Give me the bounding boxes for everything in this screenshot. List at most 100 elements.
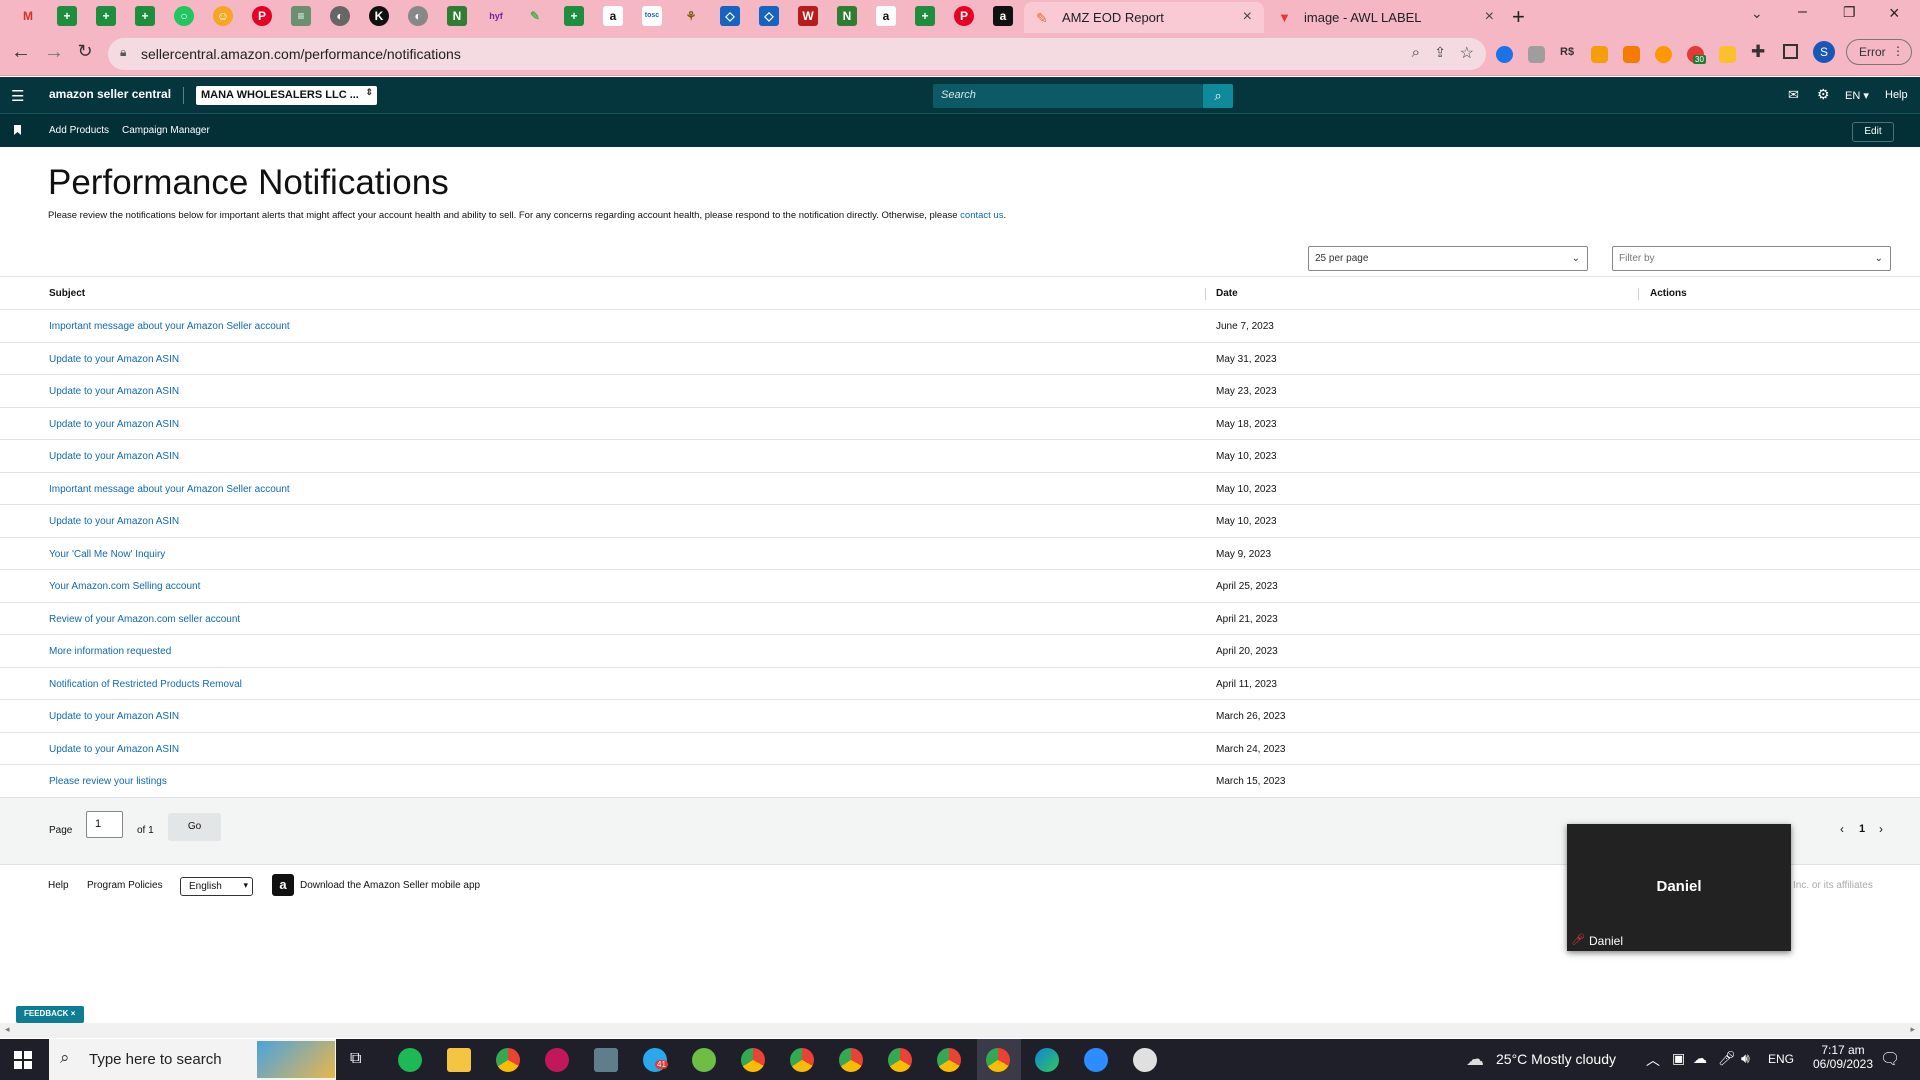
amazon-tab-icon[interactable]: a — [876, 6, 896, 26]
help-link[interactable]: Help — [1885, 89, 1908, 101]
amazon-tab-icon[interactable]: a — [993, 6, 1013, 26]
microphone-icon[interactable]: 🎤︎ — [1718, 1050, 1736, 1067]
puzzle-icon[interactable]: ✚ — [1751, 42, 1765, 62]
onedrive-icon[interactable]: ☁ — [1693, 1050, 1707, 1067]
pinterest-tab-icon[interactable]: P — [252, 6, 272, 26]
notification-subject-link[interactable]: Your 'Call Me Now' Inquiry — [49, 549, 165, 560]
gear-icon[interactable]: ⚙ — [1817, 86, 1830, 103]
scroll-right-icon[interactable]: ▸ — [1910, 1024, 1915, 1035]
url-bar[interactable]: 🔒︎ sellercentral.amazon.com/performance/… — [108, 38, 1486, 70]
search-button[interactable]: ⌕ — [1203, 84, 1233, 108]
app-tab-icon[interactable]: tosc — [642, 6, 662, 26]
sheets-tab-icon[interactable]: + — [135, 6, 155, 26]
volume-icon[interactable]: 🔊︎ — [1741, 1050, 1750, 1067]
tray-icon[interactable]: ▣ — [1672, 1050, 1685, 1067]
go-button[interactable]: Go — [168, 813, 221, 841]
extension-icon[interactable] — [1623, 46, 1640, 63]
notification-subject-link[interactable]: Important message about your Amazon Sell… — [49, 321, 290, 332]
footer-policies-link[interactable]: Program Policies — [87, 880, 163, 891]
notification-subject-link[interactable]: Important message about your Amazon Sell… — [49, 484, 290, 495]
notification-subject-link[interactable]: Update to your Amazon ASIN — [49, 386, 179, 397]
restore-button[interactable]: ❐ — [1843, 4, 1856, 21]
error-button[interactable]: Error ⋮ — [1846, 39, 1912, 65]
close-icon[interactable]: × — [71, 1009, 76, 1018]
spotify-icon[interactable] — [398, 1048, 422, 1072]
globe-tab-icon[interactable]: ◐ — [330, 6, 350, 26]
back-button[interactable]: ← — [9, 41, 33, 64]
prev-page-icon[interactable]: ‹ — [1840, 822, 1844, 836]
mail-icon[interactable]: ✉ — [1788, 87, 1799, 103]
notification-subject-link[interactable]: Please review your listings — [49, 776, 167, 787]
app-tab-icon[interactable]: N — [447, 6, 467, 26]
window-close-button[interactable]: × — [1889, 3, 1900, 24]
sheets-tab-icon[interactable]: + — [96, 6, 116, 26]
extension-icon[interactable] — [1719, 46, 1736, 63]
footer-help-link[interactable]: Help — [48, 880, 69, 891]
calculator-icon[interactable] — [594, 1048, 618, 1072]
page-number-input[interactable]: 1 — [86, 811, 123, 838]
zoom-icon[interactable] — [1084, 1048, 1108, 1072]
edge-icon[interactable] — [1035, 1048, 1059, 1072]
notification-subject-link[interactable]: Update to your Amazon ASIN — [49, 419, 179, 430]
clock[interactable]: 7:17 am 06/09/2023 — [1808, 1043, 1878, 1071]
minimize-button[interactable]: – — [1798, 3, 1807, 21]
notification-subject-link[interactable]: Update to your Amazon ASIN — [49, 354, 179, 365]
bookmark-icon[interactable] — [14, 125, 21, 135]
app-tab-icon[interactable]: K — [369, 6, 389, 26]
profile-avatar[interactable]: S — [1813, 41, 1835, 63]
merchant-selector[interactable]: MANA WHOLESALERS LLC ... ⇕ — [196, 86, 377, 105]
extension-icon[interactable] — [1655, 46, 1672, 63]
taskbar-search-input[interactable]: ⌕ Type here to search — [49, 1039, 336, 1080]
chrome-profile-icon[interactable] — [741, 1048, 765, 1072]
contact-us-link[interactable]: contact us — [960, 210, 1003, 221]
chrome-active-icon[interactable] — [986, 1048, 1010, 1072]
notification-subject-link[interactable]: More information requested — [49, 646, 171, 657]
current-page-link[interactable]: 1 — [1859, 823, 1865, 835]
input-language[interactable]: ENG — [1768, 1052, 1794, 1066]
app-tab-icon[interactable]: ✎ — [525, 6, 545, 26]
tab-awl-label[interactable]: ▼ image - AWL LABEL × — [1266, 2, 1506, 33]
app-tab-icon[interactable]: ◇ — [759, 6, 779, 26]
extension-icon[interactable] — [1591, 46, 1608, 63]
chrome-profile-icon[interactable] — [790, 1048, 814, 1072]
amazon-app-icon[interactable]: a — [272, 874, 294, 896]
next-page-icon[interactable]: › — [1879, 822, 1883, 836]
file-explorer-icon[interactable] — [447, 1048, 471, 1072]
extension-icon[interactable]: 30 — [1687, 46, 1706, 64]
tab-amz-eod-report[interactable]: ✎ AMZ EOD Report × — [1024, 2, 1264, 33]
close-icon[interactable]: × — [1485, 8, 1494, 26]
seller-central-logo[interactable]: amazon seller central — [49, 87, 171, 101]
share-icon[interactable]: ⇪ — [1434, 44, 1446, 61]
telegram-icon[interactable]: 41 — [643, 1048, 668, 1072]
weather-text[interactable]: 25°C Mostly cloudy — [1496, 1051, 1616, 1067]
forward-button[interactable]: → — [42, 41, 66, 64]
hamburger-menu-icon[interactable]: ☰ — [11, 87, 24, 105]
reload-button[interactable]: ↻ — [73, 41, 97, 62]
download-app-link[interactable]: Download the Amazon Seller mobile app — [300, 880, 480, 891]
pinterest-tab-icon[interactable]: P — [954, 6, 974, 26]
app-tab-icon[interactable]: ○ — [174, 6, 194, 26]
app-icon[interactable] — [545, 1048, 569, 1072]
app-tab-icon[interactable]: W — [798, 6, 818, 26]
new-tab-button[interactable]: + — [1512, 4, 1525, 30]
side-panel-icon[interactable] — [1783, 44, 1798, 59]
app-tab-icon[interactable]: N — [837, 6, 857, 26]
zoom-icon[interactable]: ⌕ — [1412, 44, 1420, 61]
footer-language-select[interactable]: English ▾ — [180, 877, 253, 896]
language-menu[interactable]: EN ▾ — [1845, 89, 1869, 102]
horizontal-scrollbar[interactable]: ◂ ▸ — [0, 1023, 1920, 1038]
tab-search-chevron-icon[interactable]: ⌄ — [1751, 5, 1763, 22]
chrome-profile-icon[interactable] — [937, 1048, 961, 1072]
edit-bookmarks-button[interactable]: Edit — [1852, 122, 1894, 142]
notification-subject-link[interactable]: Notification of Restricted Products Remo… — [49, 679, 242, 690]
chrome-profile-icon[interactable] — [839, 1048, 863, 1072]
chrome-icon[interactable] — [496, 1048, 520, 1072]
tray-chevron-up-icon[interactable]: ︿ — [1646, 1050, 1660, 1070]
app-tab-icon[interactable]: ≡ — [291, 6, 311, 26]
feedback-button[interactable]: FEEDBACK × — [16, 1006, 84, 1023]
app-tab-icon[interactable]: ⚘ — [681, 6, 701, 26]
extension-icon[interactable] — [1496, 46, 1513, 63]
task-view-icon[interactable]: ⧉ — [350, 1050, 361, 1068]
bookmark-campaign-manager[interactable]: Campaign Manager — [122, 125, 210, 136]
app-tab-icon[interactable]: ☺ — [213, 6, 233, 26]
